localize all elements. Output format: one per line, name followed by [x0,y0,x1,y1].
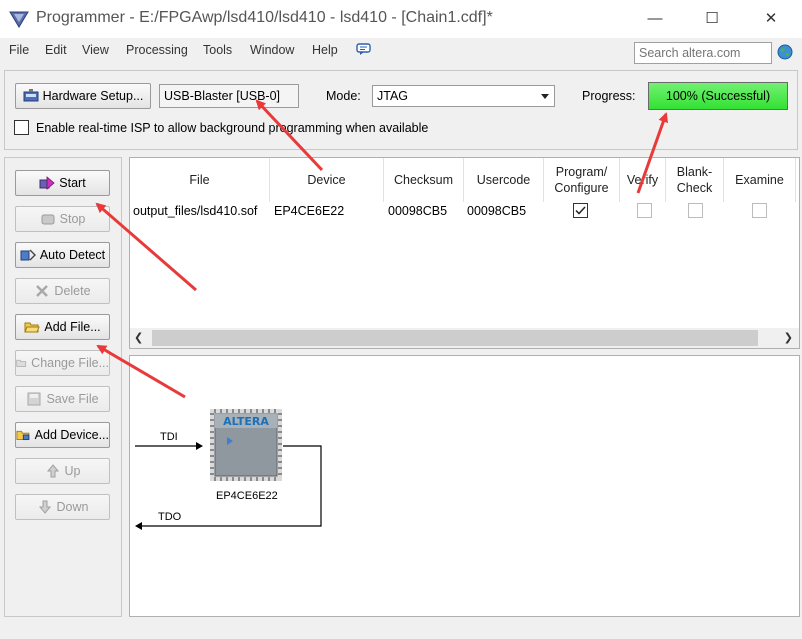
down-button[interactable]: Down [15,494,110,520]
change-file-icon [16,359,27,367]
column-file[interactable]: File [130,158,270,202]
column-file-label: File [189,173,210,187]
help-chat-icon[interactable] [356,43,371,56]
menu-edit[interactable]: Edit [45,43,67,57]
column-checksum-label: Checksum [393,173,454,187]
up-label: Up [64,464,81,478]
column-blank-line2: Check [676,181,713,195]
column-program-line1: Program/ [555,165,608,179]
column-checksum[interactable]: Checksum [384,158,464,202]
scroll-right-icon[interactable]: ❯ [784,331,793,344]
column-usercode[interactable]: Usercode [464,158,544,202]
status-bar [0,621,802,639]
auto-detect-icon [20,249,36,261]
minimize-button[interactable]: — [640,8,670,30]
fpga-chip-icon[interactable]: ALTERA [210,409,282,481]
program-configure-checkbox[interactable] [573,203,588,218]
down-label: Down [56,500,89,514]
scroll-thumb[interactable] [152,330,758,346]
delete-button[interactable]: Delete [15,278,110,304]
auto-detect-label: Auto Detect [39,248,106,262]
start-button[interactable]: Start [15,170,110,196]
save-icon [27,392,41,406]
search-input[interactable] [634,42,772,64]
column-verify[interactable]: Verify [620,158,666,202]
examine-checkbox[interactable] [752,203,767,218]
add-device-button[interactable]: Add Device... [15,422,110,448]
verify-checkbox[interactable] [637,203,652,218]
column-blank-check[interactable]: Blank- Check [666,158,724,202]
chain-device-label: EP4CE6E22 [216,490,278,502]
menu-processing[interactable]: Processing [126,43,188,57]
stop-button[interactable]: Stop [15,206,110,232]
tdo-label: TDO [158,511,182,523]
start-label: Start [59,176,86,190]
device-table: File Device Checksum Usercode Program/ C… [129,157,800,349]
hardware-field: USB-Blaster [USB-0] [159,84,299,108]
change-file-button[interactable]: Change File... [15,350,110,376]
isp-checkbox[interactable] [14,120,29,135]
column-device-label: Device [307,173,346,187]
column-examine-label: Examine [735,173,784,187]
jtag-chain-diagram: TDI TDO ALTERA EP4CE6E22 [129,355,800,617]
delete-icon [36,285,49,297]
save-file-button[interactable]: Save File [15,386,110,412]
close-button[interactable]: ✕ [756,8,786,30]
add-device-label: Add Device... [34,428,109,442]
hardware-icon [23,89,39,102]
column-usercode-label: Usercode [476,173,531,187]
add-file-button[interactable]: Add File... [15,314,110,340]
mode-value: JTAG [377,89,409,103]
window-title: Programmer - E:/FPGAwp/lsd410/lsd410 - l… [36,9,493,26]
column-program-configure[interactable]: Program/ Configure [544,158,620,202]
start-icon [39,176,55,190]
blank-check-checkbox[interactable] [688,203,703,218]
menu-file[interactable]: File [9,43,29,57]
menu-view[interactable]: View [82,43,109,57]
programmer-app-icon [9,11,29,28]
arrow-down-icon [38,500,51,514]
column-device[interactable]: Device [270,158,384,202]
scroll-left-icon[interactable]: ❮ [134,331,143,344]
add-device-icon [16,430,30,441]
progress-text: 100% (Successful) [665,89,771,103]
progress-label: Progress: [582,89,636,103]
folder-icon [24,322,41,333]
checkmark-icon [575,206,586,215]
chip-logo: ALTERA [223,415,269,428]
maximize-button[interactable]: ☐ [697,8,727,30]
delete-label: Delete [54,284,91,298]
horizontal-scrollbar[interactable]: ❮ ❯ [130,328,799,348]
title-bar: Programmer - E:/FPGAwp/lsd410/lsd410 - l… [0,0,802,38]
menu-window[interactable]: Window [250,43,294,57]
change-file-label: Change File... [31,356,109,370]
column-examine[interactable]: Examine [724,158,796,202]
mode-select[interactable]: JTAG [372,85,555,107]
row-checksum: 00098CB5 [388,204,448,218]
globe-icon[interactable] [777,44,793,60]
column-program-line2: Configure [554,181,609,195]
chevron-down-icon [541,94,549,99]
menu-help[interactable]: Help [312,43,338,57]
column-blank-line1: Blank- [676,165,713,179]
row-usercode: 00098CB5 [467,204,527,218]
arrow-up-icon [46,464,59,478]
stop-icon [41,214,55,225]
auto-detect-button[interactable]: Auto Detect [15,242,110,268]
hardware-setup-label: Hardware Setup... [42,89,144,103]
stop-label: Stop [59,212,86,226]
chain-lines [135,442,322,530]
progress-bar: 100% (Successful) [648,82,788,110]
save-file-label: Save File [46,392,99,406]
add-file-label: Add File... [44,320,101,334]
mode-label: Mode: [326,89,361,103]
row-device: EP4CE6E22 [274,204,345,218]
tdi-label: TDI [160,431,178,443]
up-button[interactable]: Up [15,458,110,484]
row-file[interactable]: output_files/lsd410.sof [133,204,257,218]
hardware-setup-button[interactable]: Hardware Setup... [15,83,151,109]
column-verify-label: Verify [626,173,659,187]
menu-tools[interactable]: Tools [203,43,232,57]
isp-label: Enable real-time ISP to allow background… [36,121,429,135]
